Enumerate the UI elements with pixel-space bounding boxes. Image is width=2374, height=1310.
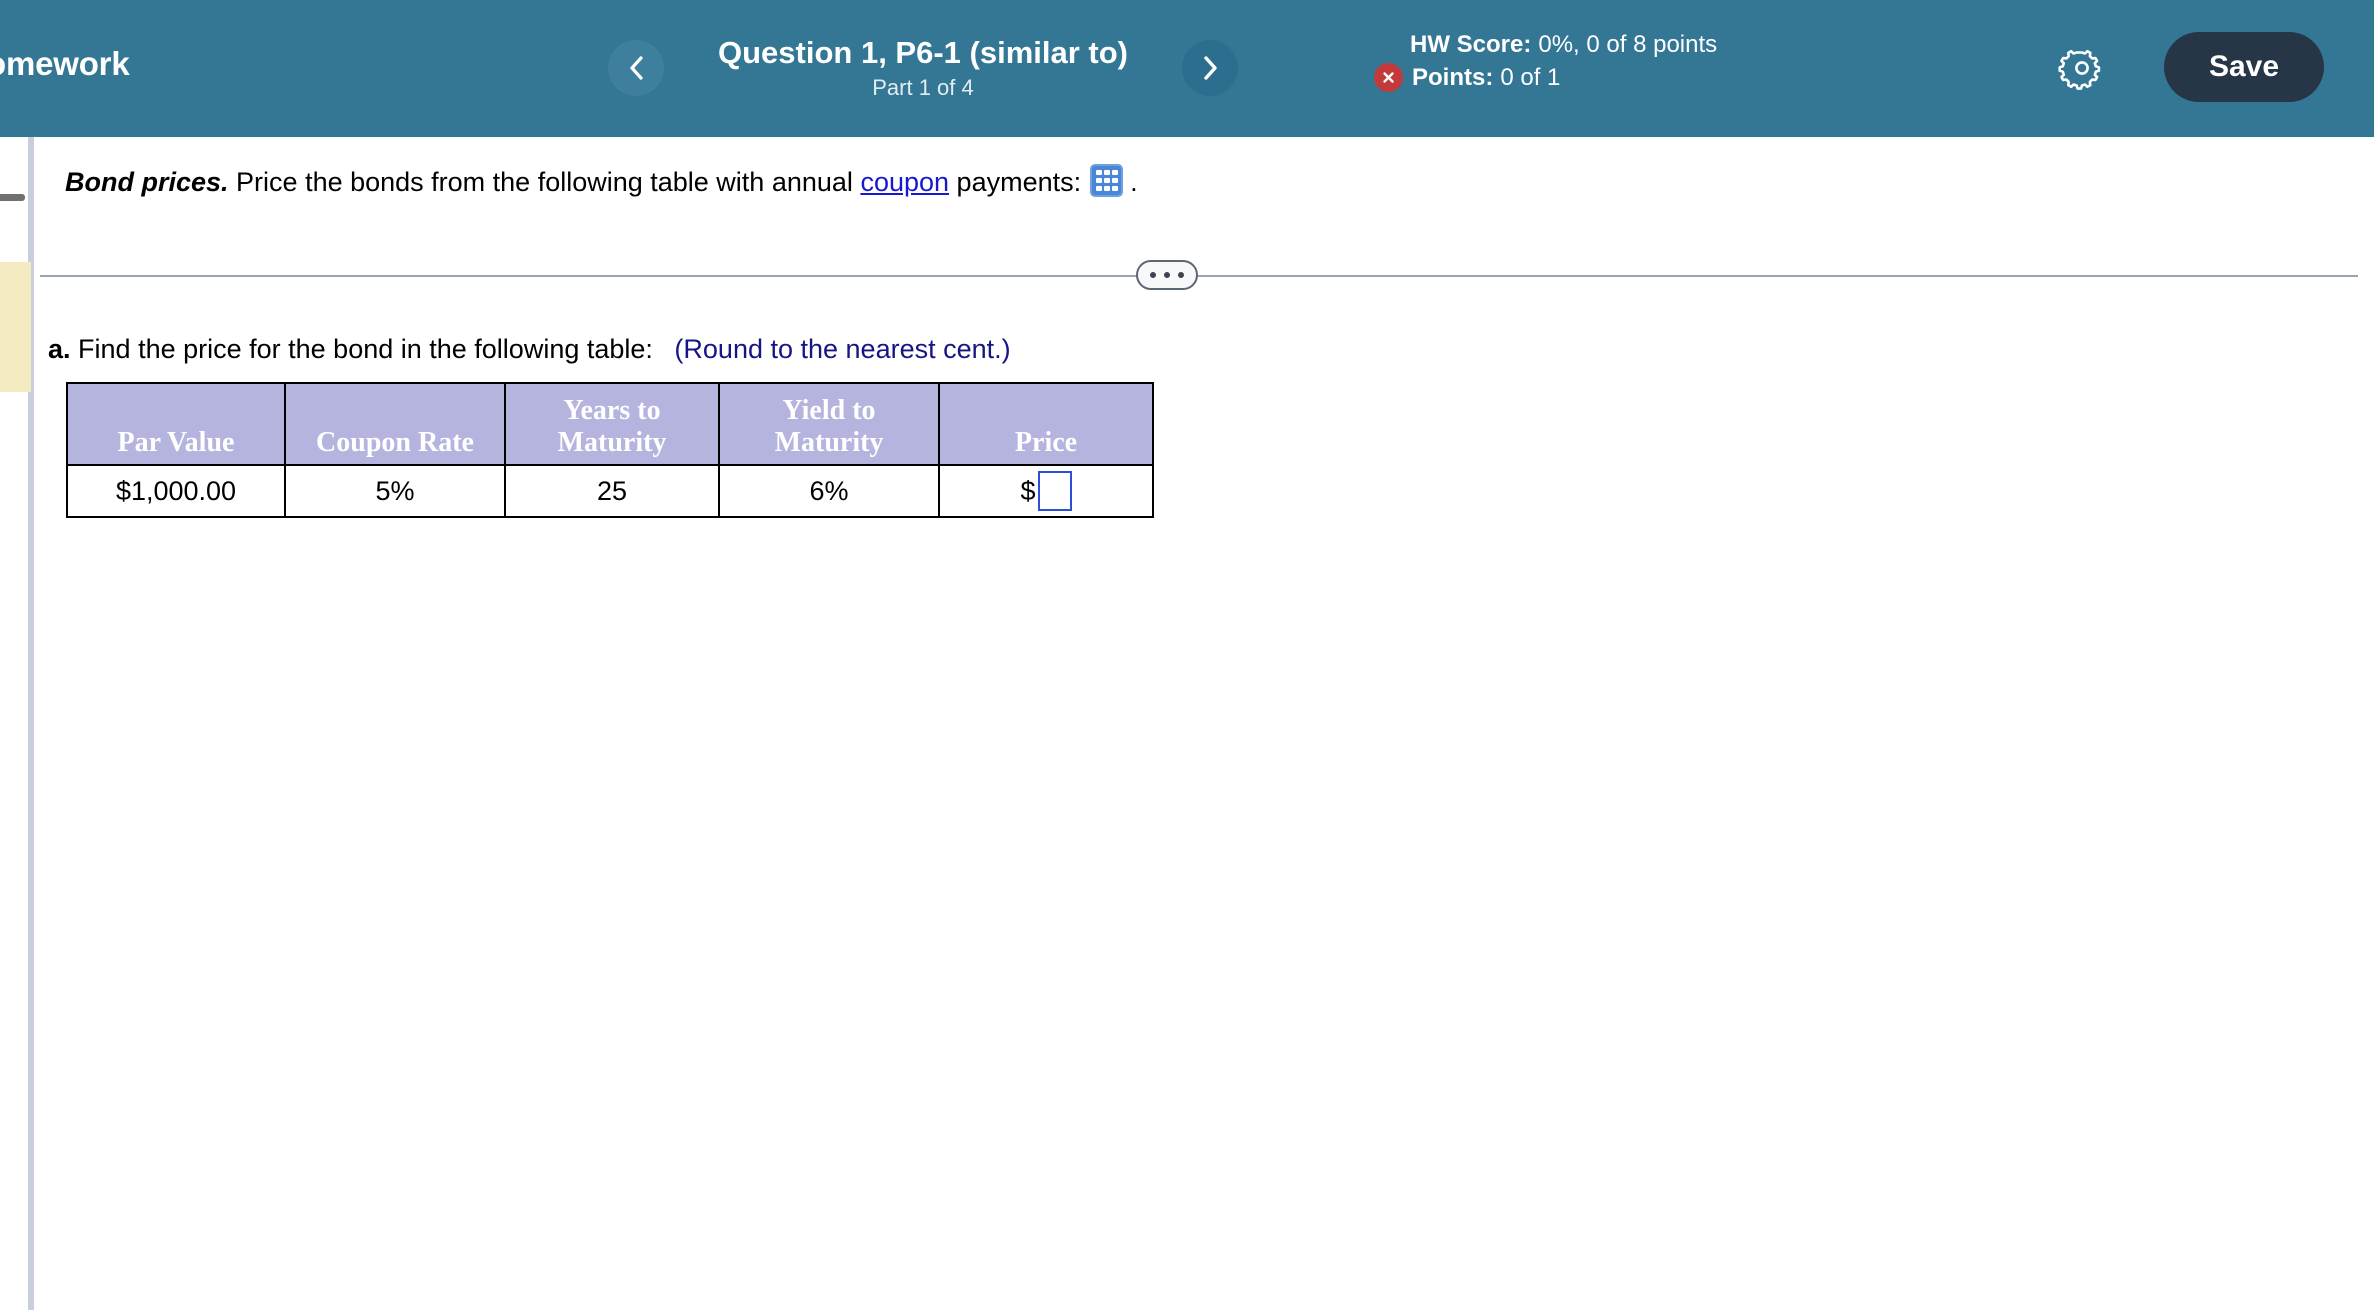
currency-symbol: $ xyxy=(1020,475,1036,506)
question-body-before-link: Price the bonds from the following table… xyxy=(236,167,853,197)
score-summary: HW Score: 0%, 0 of 8 points Points: 0 of… xyxy=(1374,30,1717,93)
next-question-button[interactable] xyxy=(1182,40,1238,96)
cell-years-to-maturity: 25 xyxy=(504,464,720,518)
cell-yield-to-maturity: 6% xyxy=(718,464,940,518)
question-trailing-period: . xyxy=(1130,167,1138,197)
app-header: omework Question 1, P6-1 (similar to) Pa… xyxy=(0,0,2374,137)
homework-score-line: HW Score: 0%, 0 of 8 points xyxy=(1410,30,1717,59)
cell-price: $ xyxy=(938,464,1154,518)
coupon-glossary-link[interactable]: coupon xyxy=(860,167,949,197)
left-sidebar-rail[interactable] xyxy=(0,137,31,1310)
divider-line xyxy=(40,275,2358,277)
column-header-years-to-maturity: Years to Maturity xyxy=(504,382,720,466)
points-label: Points: xyxy=(1412,64,1494,92)
question-content-pane: Bond prices. Price the bonds from the fo… xyxy=(34,137,2374,1310)
collapse-handle-icon[interactable] xyxy=(0,194,25,201)
question-title-block: Question 1, P6-1 (similar to) Part 1 of … xyxy=(664,34,1182,100)
question-lead-in: Bond prices. xyxy=(65,167,229,197)
column-header-price: Price xyxy=(938,382,1154,466)
cell-par-value: $1,000.00 xyxy=(66,464,286,518)
column-header-yield-to-maturity: Yield to Maturity xyxy=(718,382,940,466)
table-row: $1,000.00 5% 25 6% $ xyxy=(66,464,1154,518)
part-a-prompt: a. Find the price for the bond in the fo… xyxy=(48,334,1011,365)
part-a-label: a. xyxy=(48,334,71,364)
save-button[interactable]: Save xyxy=(2164,32,2324,102)
question-body-after-link: payments: xyxy=(956,167,1082,197)
hw-score-value: 0%, 0 of 8 points xyxy=(1538,31,1718,58)
table-header-row: Par Value Coupon Rate Years to Maturity … xyxy=(66,382,1154,466)
points-value: 0 of 1 xyxy=(1500,64,1561,92)
bond-data-table: Par Value Coupon Rate Years to Maturity … xyxy=(66,382,1154,518)
gear-icon xyxy=(2058,49,2106,95)
column-header-par-value: Par Value xyxy=(66,382,286,466)
question-title: Question 1, P6-1 (similar to) xyxy=(718,34,1128,70)
section-divider xyxy=(40,255,2358,295)
sidebar-highlight-marker xyxy=(0,262,31,392)
ellipsis-expand-icon[interactable] xyxy=(1136,260,1198,290)
rounding-instruction: (Round to the nearest cent.) xyxy=(674,334,1011,364)
question-navigator: Question 1, P6-1 (similar to) Part 1 of … xyxy=(608,20,1238,116)
price-answer-input[interactable] xyxy=(1037,471,1072,511)
table-grid-icon[interactable] xyxy=(1090,164,1124,197)
chevron-right-icon xyxy=(1200,54,1220,82)
question-statement: Bond prices. Price the bonds from the fo… xyxy=(65,164,1138,200)
hw-score-label: HW Score: xyxy=(1410,31,1532,58)
settings-button[interactable] xyxy=(2058,44,2106,92)
question-part-label: Part 1 of 4 xyxy=(872,74,974,100)
cell-coupon-rate: 5% xyxy=(284,464,506,518)
part-a-text: Find the price for the bond in the follo… xyxy=(78,334,653,364)
app-title: omework xyxy=(0,45,130,82)
previous-question-button[interactable] xyxy=(608,40,664,96)
column-header-coupon-rate: Coupon Rate xyxy=(284,382,506,466)
error-x-icon xyxy=(1374,63,1403,93)
points-line: Points: 0 of 1 xyxy=(1374,63,1717,93)
chevron-left-icon xyxy=(626,54,646,82)
